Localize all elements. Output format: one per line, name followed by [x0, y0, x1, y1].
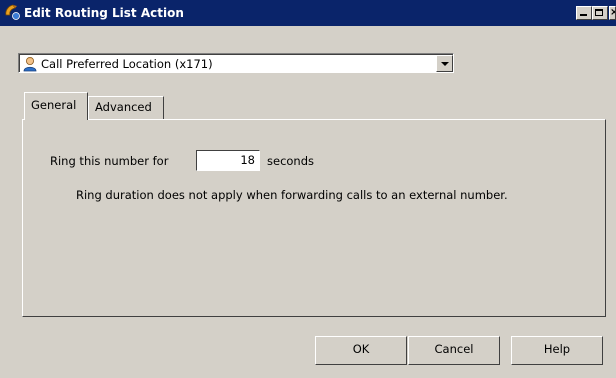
tab-general[interactable]: General [24, 92, 88, 120]
help-button[interactable]: Help [511, 336, 603, 365]
ring-duration-unit: seconds [267, 154, 315, 168]
window-title: Edit Routing List Action [24, 6, 184, 20]
close-button[interactable]: × [609, 6, 616, 20]
ring-duration-input[interactable]: 18 [196, 150, 260, 171]
close-icon: × [610, 7, 615, 18]
tab-advanced-label: Advanced [95, 100, 152, 114]
tab-general-label: General [31, 98, 77, 112]
maximize-icon [595, 9, 603, 16]
routing-phone-icon [3, 3, 21, 21]
user-icon [23, 56, 37, 72]
minimize-icon [580, 14, 587, 16]
ok-button[interactable]: OK [315, 336, 407, 365]
cancel-button[interactable]: Cancel [408, 336, 500, 365]
chevron-down-icon [441, 62, 449, 66]
ring-duration-note: Ring duration does not apply when forwar… [76, 188, 508, 202]
maximize-button[interactable] [592, 6, 608, 20]
ring-duration-label: Ring this number for [50, 154, 169, 168]
general-tab-panel: Ring this number for 18 seconds Ring dur… [22, 119, 606, 317]
tab-advanced[interactable]: Advanced [88, 96, 164, 119]
routing-action-select-field: Call Preferred Location (x171) [19, 54, 453, 72]
title-bar: Edit Routing List Action × [0, 0, 616, 26]
routing-action-select[interactable]: Call Preferred Location (x171) [18, 53, 454, 73]
dropdown-button[interactable] [436, 55, 453, 72]
routing-action-selected: Call Preferred Location (x171) [41, 57, 213, 71]
minimize-button[interactable] [576, 6, 592, 20]
